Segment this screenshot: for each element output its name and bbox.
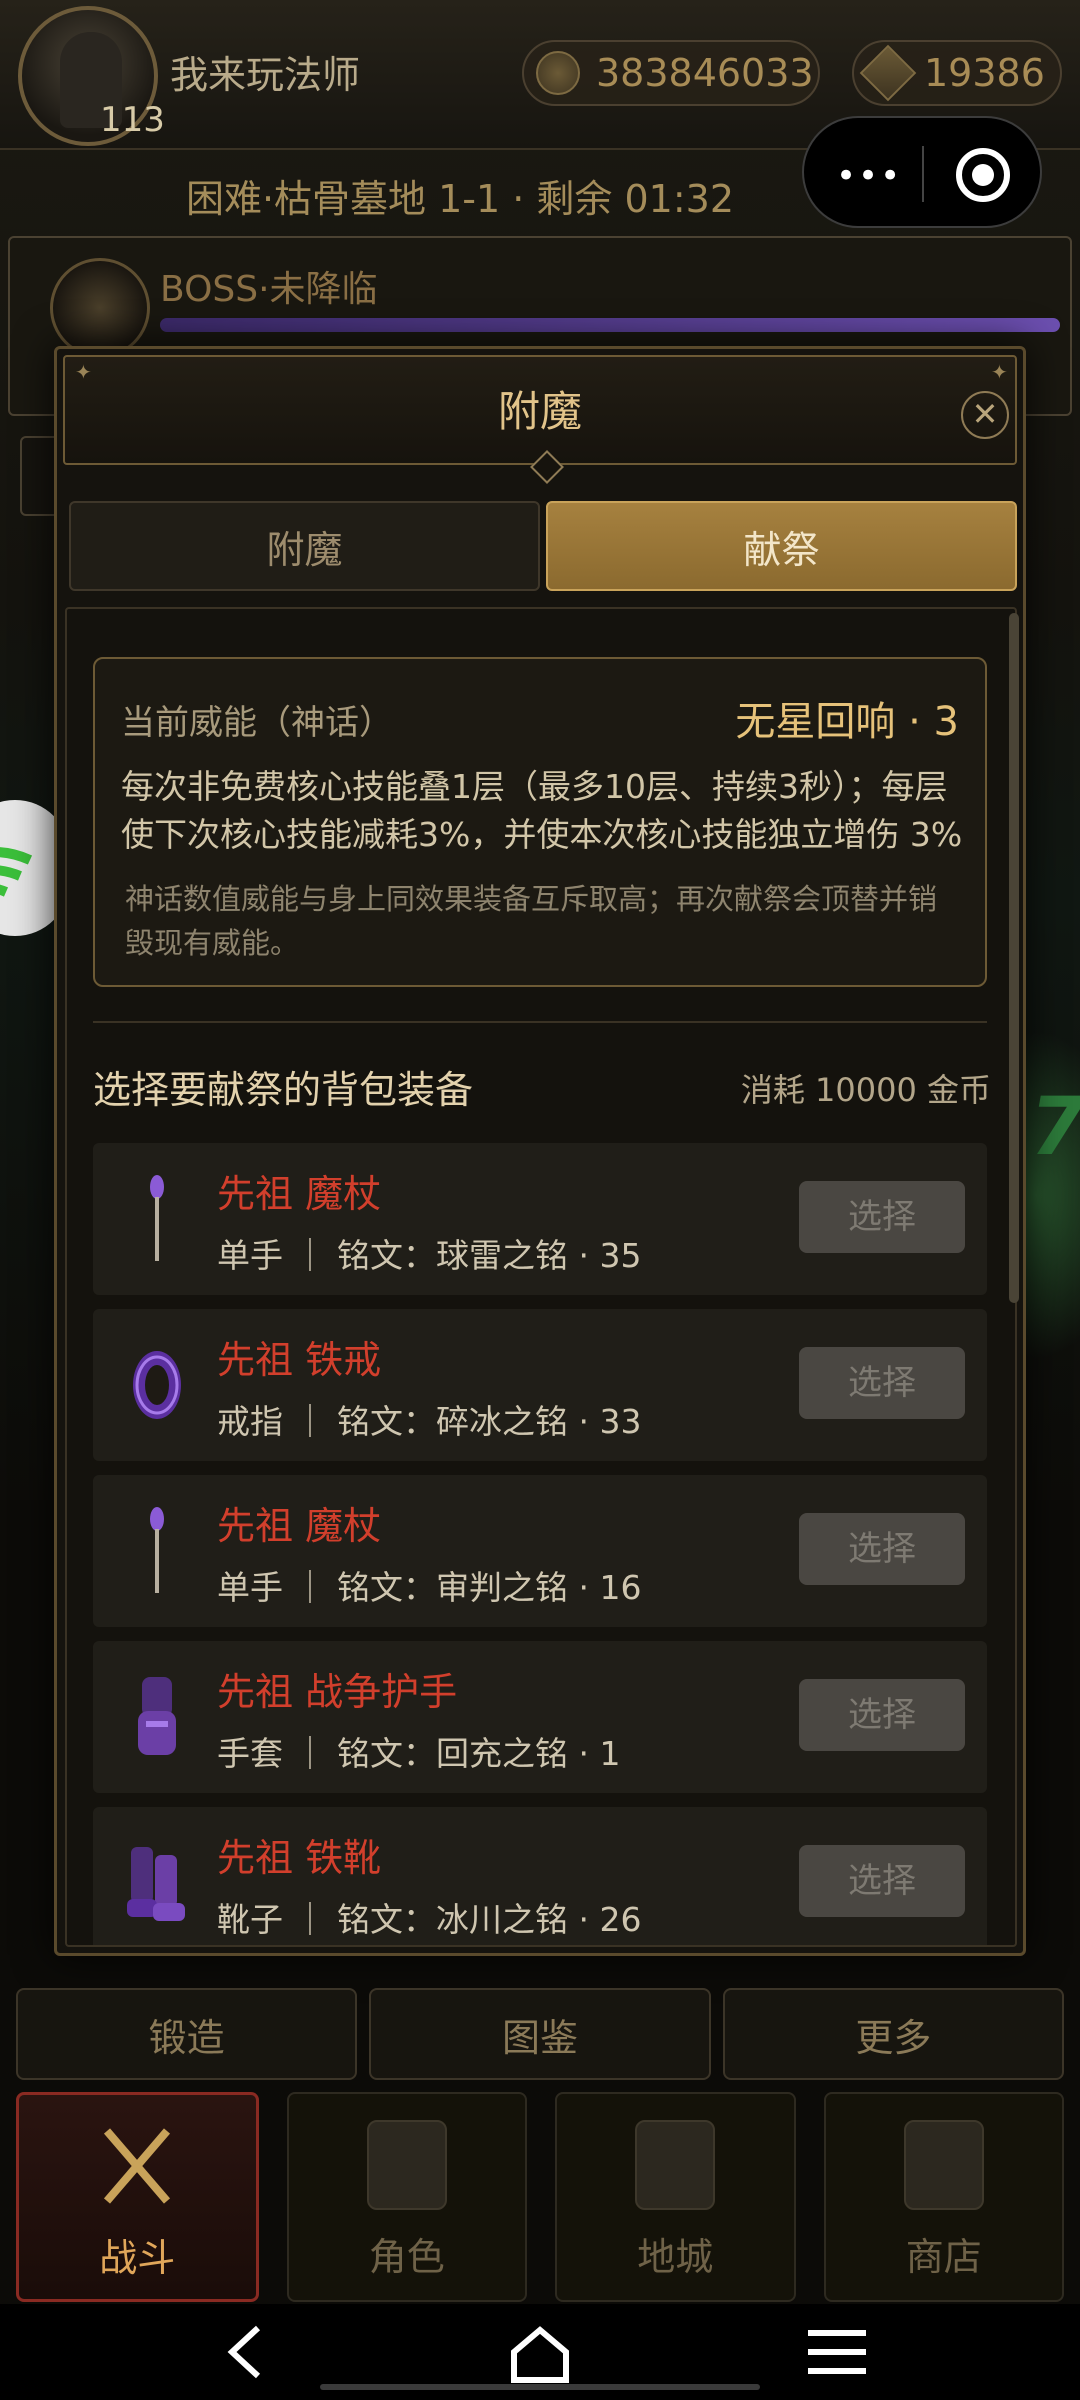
tab-label: 角色 [368, 2235, 445, 2279]
list-item: 先祖 战争护手 手套 ｜ 铭文：回充之铭 · 1 选择 [93, 1641, 987, 1793]
item-meta: 靴子 ｜ 铭文：冰川之铭 · 26 [217, 1900, 642, 1939]
menu-icon[interactable] [806, 2324, 868, 2380]
boss-emblem-icon [50, 258, 150, 358]
more-options-icon[interactable]: ••• [836, 156, 902, 196]
list-item: 先祖 魔杖 单手 ｜ 铭文：审判之铭 · 16 选择 [93, 1475, 987, 1627]
dialog-header: ✦ ✦ 附魔 ✕ [63, 355, 1017, 484]
dialog-tabs: 附魔 献祭 [69, 501, 1017, 591]
select-button[interactable]: 选择 [799, 1679, 965, 1751]
ring-icon [117, 1339, 197, 1431]
codex-button[interactable]: 图鉴 [369, 1988, 711, 2080]
power-note: 神话数值威能与身上同效果装备互斥取高；再次献祭会顶替并销毁现有威能。 [125, 882, 938, 960]
item-name: 先祖 战争护手 [217, 1670, 458, 1714]
item-meta: 单手 ｜ 铭文：球雷之铭 · 35 [217, 1236, 642, 1275]
list-item: 先祖 铁靴 靴子 ｜ 铭文：冰川之铭 · 26 选择 [93, 1807, 987, 1945]
tab-shop[interactable]: 商店 [823, 2092, 1064, 2302]
bag-icon [903, 2120, 984, 2210]
boss-status: BOSS·未降临 [160, 269, 378, 310]
item-name: 先祖 铁戒 [217, 1338, 382, 1382]
sacrifice-cost: 消耗 10000 金币 [740, 1071, 991, 1109]
item-meta: 单手 ｜ 铭文：审判之铭 · 16 [217, 1568, 642, 1607]
tab-dungeon[interactable]: 地城 [555, 2092, 796, 2302]
gem-amount: 19386 [924, 51, 1045, 95]
select-button[interactable]: 选择 [799, 1347, 965, 1419]
gold-counter[interactable]: 383846033 [522, 40, 820, 106]
player-level: 113 [100, 100, 165, 140]
select-button[interactable]: 选择 [799, 1181, 965, 1253]
gem-icon [859, 44, 917, 102]
current-power-card: 当前威能（神话） 无星回响 · 3 每次非免费核心技能叠1层（最多10层、持续3… [93, 657, 987, 987]
item-list: 先祖 魔杖 单手 ｜ 铭文：球雷之铭 · 35 选择 先祖 铁戒 戒指 ｜ 铭文… [93, 1143, 987, 1945]
tab-label: 商店 [905, 2235, 982, 2279]
item-name: 先祖 魔杖 [217, 1172, 382, 1216]
main-nav: 战斗 角色 地城 商店 [16, 2092, 1064, 2302]
tab-sacrifice[interactable]: 献祭 [546, 501, 1017, 591]
item-name: 先祖 魔杖 [217, 1504, 382, 1548]
home-indicator [320, 2384, 760, 2390]
miniprogram-capsule: ••• [802, 116, 1042, 228]
sacrifice-content[interactable]: 当前威能（神话） 无星回响 · 3 每次非免费核心技能叠1层（最多10层、持续3… [65, 607, 1017, 1947]
scrollbar[interactable] [1009, 613, 1019, 1303]
tab-battle[interactable]: 战斗 [16, 2092, 259, 2302]
wand-icon [117, 1173, 197, 1265]
player-name: 我来玩法师 [170, 53, 361, 97]
close-icon[interactable]: ✕ [961, 391, 1009, 439]
select-button[interactable]: 选择 [799, 1845, 965, 1917]
power-label: 当前威能（神话） [121, 703, 393, 743]
section-title: 选择要献祭的背包装备 [93, 1068, 474, 1112]
tab-character[interactable]: 角色 [286, 2092, 527, 2302]
enchant-dialog: ✦ ✦ 附魔 ✕ 附魔 献祭 当前威能（神话） 无星回响 · 3 每次非免费核心… [54, 346, 1026, 1956]
capsule-divider [922, 146, 924, 202]
gem-counter[interactable]: 19386 [852, 40, 1062, 106]
forge-button[interactable]: 锻造 [16, 1988, 358, 2080]
section-divider [93, 1021, 987, 1023]
tab-enchant[interactable]: 附魔 [69, 501, 540, 591]
list-item: 先祖 铁戒 戒指 ｜ 铭文：碎冰之铭 · 33 选择 [93, 1309, 987, 1461]
coin-icon [536, 51, 580, 95]
gold-amount: 383846033 [596, 51, 814, 95]
boots-icon [117, 1837, 197, 1929]
tab-label: 战斗 [99, 2236, 176, 2280]
home-icon[interactable] [508, 2324, 572, 2384]
item-name: 先祖 铁靴 [217, 1836, 382, 1880]
dialog-title: 附魔 [497, 387, 582, 436]
character-icon [366, 2120, 447, 2210]
more-button[interactable]: 更多 [722, 1988, 1064, 2080]
list-item: 先祖 魔杖 单手 ｜ 铭文：球雷之铭 · 35 选择 [93, 1143, 987, 1295]
item-meta: 戒指 ｜ 铭文：碎冰之铭 · 33 [217, 1402, 642, 1441]
gate-icon [635, 2120, 716, 2210]
item-meta: 手套 ｜ 铭文：回充之铭 · 1 [217, 1734, 621, 1773]
gauntlet-icon [117, 1671, 197, 1763]
sub-nav: 锻造 图鉴 更多 [16, 1988, 1064, 2080]
back-icon[interactable] [222, 2324, 272, 2380]
tab-label: 地城 [637, 2235, 714, 2279]
power-description: 每次非免费核心技能叠1层（最多10层、持续3秒）；每层使下次核心技能减耗3%，并… [121, 767, 963, 854]
crossed-swords-icon [97, 2121, 177, 2211]
select-button[interactable]: 选择 [799, 1513, 965, 1585]
power-name: 无星回响 · 3 [735, 699, 959, 745]
close-miniprogram-icon[interactable] [956, 148, 1010, 202]
boss-health-bar [160, 318, 1060, 332]
wand-icon [117, 1505, 197, 1597]
